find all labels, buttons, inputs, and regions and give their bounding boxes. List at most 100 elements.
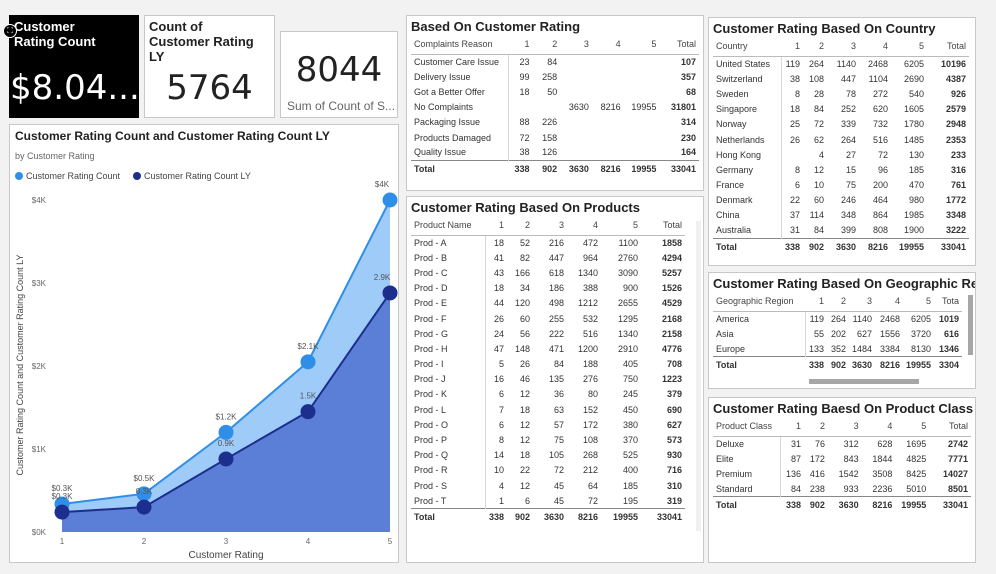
card-customer-rating-count[interactable]: Customer Rating Count $8.04... <box>9 15 139 118</box>
data-point[interactable] <box>54 504 70 520</box>
column-header[interactable]: 2 <box>532 36 561 55</box>
column-header[interactable]: 1 <box>485 217 507 236</box>
table-row[interactable]: Prod - J 16 46 135 276 750 1223 <box>411 371 685 387</box>
column-header[interactable]: Total <box>929 418 971 437</box>
data-point[interactable] <box>218 424 234 440</box>
table-row[interactable]: Got a Better Offer 18 50 68 <box>411 84 699 100</box>
column-header[interactable]: 5 <box>895 418 930 437</box>
table-row[interactable]: Prod - R 10 22 72 212 400 716 <box>411 462 685 478</box>
table-row[interactable]: Prod - L 7 18 63 152 450 690 <box>411 402 685 418</box>
table-row[interactable]: Netherlands 26 62 264 516 1485 2353 <box>713 131 969 148</box>
table-row[interactable]: Delivery Issue 99 258 357 <box>411 69 699 85</box>
table-row[interactable]: Europe 133 352 1484 3384 8130 1346 <box>713 341 962 357</box>
table-row[interactable]: Prod - I 5 26 84 188 405 708 <box>411 356 685 372</box>
table-row[interactable]: Singapore 18 84 252 620 1605 2579 <box>713 101 969 117</box>
column-header[interactable]: 1 <box>780 418 805 437</box>
column-header[interactable]: 4 <box>861 418 896 437</box>
table-row[interactable]: United States 119 264 1140 2468 6205 10196 <box>713 56 969 72</box>
data-point[interactable] <box>382 192 398 208</box>
table-row[interactable]: Prod - P 8 12 75 108 370 573 <box>411 432 685 448</box>
column-header[interactable]: Product Class <box>713 418 781 437</box>
table-row[interactable]: Products Damaged 72 158 230 <box>411 129 699 146</box>
scrollbar-thumb[interactable] <box>968 295 973 355</box>
table-products[interactable]: Product Name 1 2 3 4 5 Total Prod - A 18 52 216 472… <box>407 217 703 525</box>
column-header[interactable]: 3 <box>827 38 859 57</box>
column-header[interactable]: 2 <box>804 418 828 437</box>
table-row[interactable]: No Complaints 3630 8216 19955 31801 <box>411 99 699 115</box>
table-row[interactable]: Prod - O 6 12 57 172 380 627 <box>411 417 685 433</box>
data-point[interactable] <box>300 404 316 420</box>
focus-mode-icon[interactable]: ⛶ <box>3 24 17 38</box>
table-row[interactable]: Prod - K 6 12 36 80 245 379 <box>411 386 685 403</box>
table-row[interactable]: Customer Care Issue 23 84 107 <box>411 54 699 70</box>
table-row[interactable]: Prod - T 1 6 45 72 195 319 <box>411 493 685 509</box>
table-row[interactable]: China 37 114 348 864 1985 3348 <box>713 207 969 224</box>
table-row[interactable]: Prod - A 18 52 216 472 1100 1858 <box>411 235 685 251</box>
data-point[interactable] <box>136 499 152 515</box>
column-header[interactable]: 2 <box>507 217 533 236</box>
column-header[interactable]: 4 <box>567 217 601 236</box>
table-row[interactable]: Prod - F 26 60 255 532 1295 2168 <box>411 310 685 327</box>
column-header[interactable]: 5 <box>891 38 927 57</box>
table-row[interactable]: Prod - C 43 166 618 1340 3090 5257 <box>411 265 685 281</box>
table-row[interactable]: Prod - G 24 56 222 516 1340 2158 <box>411 326 685 342</box>
table-row[interactable]: Standard 84 238 933 2236 5010 8501 <box>713 481 971 497</box>
table-row[interactable]: Norway 25 72 339 732 1780 2948 <box>713 116 969 132</box>
table-row[interactable]: Prod - D 18 34 186 388 900 1526 <box>411 280 685 296</box>
column-header[interactable]: 3 <box>849 293 876 312</box>
column-header[interactable]: 5 <box>903 293 935 312</box>
column-header[interactable]: 4 <box>591 36 624 55</box>
table-row[interactable]: Elite 87 172 843 1844 4825 7771 <box>713 451 971 467</box>
column-header[interactable]: 3 <box>560 36 592 55</box>
column-header[interactable]: 3 <box>827 418 862 437</box>
table-row[interactable]: Premium 136 416 1542 3508 8425 14027 <box>713 466 971 482</box>
column-header[interactable]: 5 <box>601 217 641 236</box>
card-sum-count[interactable]: 8044 Sum of Count of S... <box>280 31 398 118</box>
table-row[interactable]: Germany 8 12 15 96 185 316 <box>713 162 969 178</box>
column-header[interactable]: Total <box>659 36 699 55</box>
column-header[interactable]: 3 <box>533 217 567 236</box>
table-row[interactable]: Prod - E 44 120 498 1212 2655 4529 <box>411 295 685 311</box>
table-product-class[interactable]: Product Class 1 2 3 4 5 Total Deluxe 31 76 312 628 1… <box>709 418 975 513</box>
table-row[interactable]: Prod - B 41 82 447 964 2760 4294 <box>411 250 685 266</box>
column-header[interactable]: 5 <box>623 36 660 55</box>
table-row[interactable]: Hong Kong 4 27 72 130 233 <box>713 147 969 163</box>
column-header[interactable]: 2 <box>827 293 849 312</box>
table-country[interactable]: Country 1 2 3 4 5 Total United States 119 264 1140… <box>709 38 975 255</box>
table-row[interactable]: Sweden 8 28 78 272 540 926 <box>713 86 969 102</box>
column-header[interactable]: Product Name <box>411 217 485 236</box>
table-row[interactable]: Prod - S 4 12 45 64 185 310 <box>411 478 685 494</box>
table-row[interactable]: Quality Issue 38 126 164 <box>411 145 699 161</box>
legend-label-series2[interactable]: Customer Rating Count LY <box>144 171 251 181</box>
data-point[interactable] <box>218 451 234 467</box>
data-point[interactable] <box>382 285 398 301</box>
table-row[interactable]: Packaging Issue 88 226 314 <box>411 114 699 130</box>
column-header[interactable]: 1 <box>805 293 827 312</box>
column-header[interactable]: Total <box>927 38 969 57</box>
table-row[interactable]: Denmark 22 60 246 464 980 1772 <box>713 192 969 208</box>
table-row[interactable]: Australia 31 84 399 808 1900 3222 <box>713 223 969 239</box>
column-header[interactable]: Total <box>641 217 685 236</box>
data-point[interactable] <box>300 354 316 370</box>
table-row[interactable]: Switzerland 38 108 447 1104 2690 4387 <box>713 71 969 87</box>
column-header[interactable]: Tota <box>934 293 963 312</box>
card-customer-rating-count-ly[interactable]: Count of Customer Rating LY 5764 <box>144 15 275 118</box>
horizontal-scrollbar-thumb[interactable] <box>809 379 919 384</box>
column-header[interactable]: 4 <box>875 293 904 312</box>
column-header[interactable]: Complaints Reason <box>411 36 509 55</box>
legend-label-series1[interactable]: Customer Rating Count <box>26 171 121 181</box>
table-row[interactable]: France 6 10 75 200 470 761 <box>713 177 969 193</box>
column-header[interactable]: 1 <box>781 38 803 57</box>
area-chart[interactable]: Customer Rating Count and Customer Ratin… <box>10 125 399 563</box>
table-complaints[interactable]: Complaints Reason 1 2 3 4 5 Total Customer Care… <box>407 36 703 177</box>
table-row[interactable]: America 119 264 1140 2468 6205 1019 <box>713 311 962 327</box>
scrollbar-track[interactable] <box>696 221 701 531</box>
table-row[interactable]: Prod - H 47 148 471 1200 2910 4776 <box>411 341 685 357</box>
table-row[interactable]: Prod - Q 14 18 105 268 525 930 <box>411 447 685 463</box>
column-header[interactable]: Geographic Region <box>713 293 805 312</box>
table-region[interactable]: Geographic Region 1 2 3 4 5 Tota America 119 264 1… <box>709 293 975 373</box>
column-header[interactable]: Country <box>713 38 781 57</box>
column-header[interactable]: 4 <box>859 38 891 57</box>
table-row[interactable]: Deluxe 31 76 312 628 1695 2742 <box>713 436 971 452</box>
column-header[interactable]: 2 <box>803 38 827 57</box>
